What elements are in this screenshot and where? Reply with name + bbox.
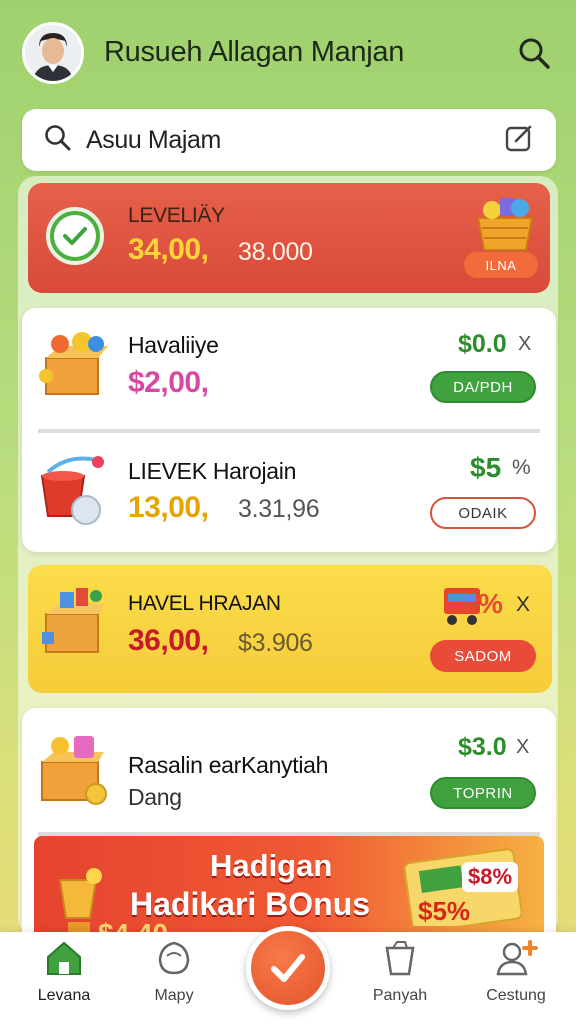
card-action-button[interactable]: SADOM: [430, 640, 536, 672]
card-badge: ILNA: [464, 252, 538, 278]
card-title: Rasalin earKanytiah: [128, 752, 329, 778]
card-action-button[interactable]: TOPRIN: [430, 777, 536, 809]
nav-label: Panyah: [372, 987, 428, 1004]
check-icon: [271, 954, 305, 982]
search-icon: [44, 124, 72, 157]
search-input[interactable]: Asuu Majam: [22, 109, 556, 171]
app-title: Rusueh Allagan Manjan: [104, 36, 405, 68]
close-icon[interactable]: X: [518, 333, 531, 356]
discount-tag: $5%: [418, 896, 471, 926]
bag-icon: [158, 941, 190, 975]
card-tag: $5: [470, 452, 502, 483]
card-title: LIEVEK Harojain: [128, 458, 297, 484]
card-subtitle: Dang: [128, 784, 182, 810]
close-icon[interactable]: X: [516, 736, 529, 759]
bucket-icon: [38, 454, 110, 533]
shopping-bag-icon: [385, 941, 415, 976]
card-price: 13,00,: [128, 491, 209, 524]
card-price: 36,00,: [128, 624, 209, 657]
close-icon[interactable]: X: [516, 593, 530, 617]
nav-label: Levana: [37, 987, 91, 1004]
bonus-banner[interactable]: Hadigan Hadikari BOnus $4.40 $8% $5%: [34, 836, 544, 936]
banner-title: Hadigan: [210, 848, 333, 883]
add-user-icon: [496, 940, 538, 976]
gift-box-icon: [38, 734, 114, 813]
card-tag: $3.0: [458, 733, 507, 761]
nav-label: Cestung: [486, 987, 546, 1004]
search-icon[interactable]: [514, 33, 554, 73]
basket-icon: [470, 192, 540, 259]
home-icon: [47, 941, 81, 975]
divider: [38, 429, 540, 433]
card-action-button[interactable]: DA/PDH: [430, 371, 536, 403]
card-tag: %: [478, 588, 503, 619]
edit-icon[interactable]: [504, 123, 534, 158]
nav-item-map[interactable]: Mapy: [124, 940, 224, 1005]
card-title: Havaliiye: [128, 332, 219, 358]
gift-box-icon: [38, 330, 112, 405]
percent-icon: %: [512, 456, 531, 479]
check-action-button[interactable]: [246, 926, 330, 1010]
nav-label: Mapy: [154, 987, 194, 1004]
nav-item-payment[interactable]: Panyah: [350, 940, 450, 1005]
search-placeholder: Asuu Majam: [86, 125, 221, 154]
card-tag: $0.0: [458, 330, 507, 358]
card-price-sub: $3.906: [238, 629, 313, 657]
shopping-cart-icon: [442, 580, 482, 631]
card-title: LEVELIÄY: [128, 204, 225, 227]
gift-box-icon: [40, 586, 108, 661]
nav-item-settings[interactable]: Cestung: [466, 940, 566, 1005]
avatar[interactable]: [22, 21, 84, 84]
card-price: $2,00,: [128, 366, 209, 399]
app-header: Rusueh Allagan Manjan: [0, 0, 576, 105]
card-price: 34,00,: [128, 233, 209, 266]
card-action-button[interactable]: ODAIK: [430, 497, 536, 529]
card-price-sub: 38.000: [238, 238, 313, 266]
discount-tag: $8%: [462, 862, 519, 892]
nav-item-home[interactable]: Levana: [14, 940, 114, 1005]
card-title: HAVEL HRAJAN: [128, 592, 281, 615]
check-icon: [46, 207, 104, 265]
card-price-sub: 3.31,96: [238, 495, 320, 523]
